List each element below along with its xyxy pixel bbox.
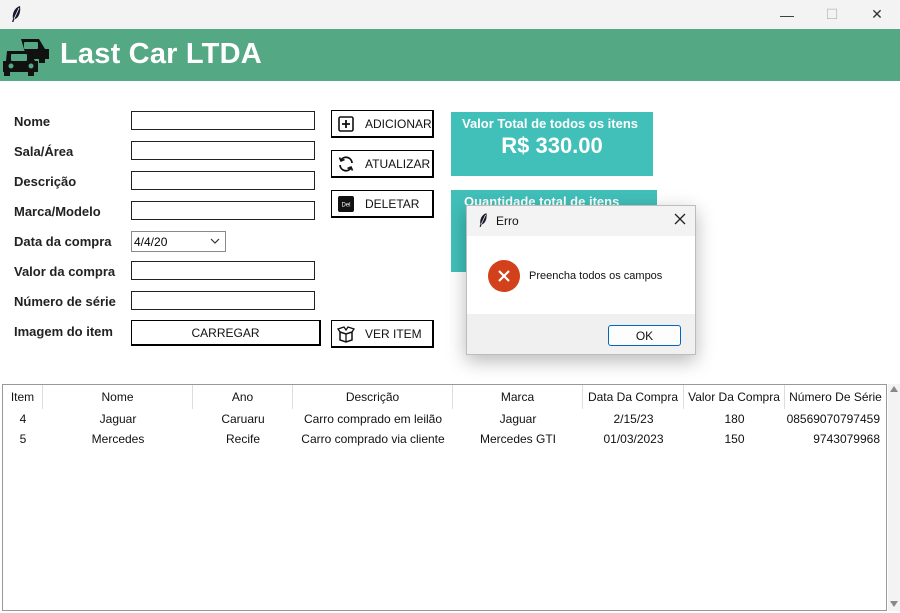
error-icon	[488, 260, 520, 292]
scroll-up-icon[interactable]	[890, 386, 898, 392]
refresh-icon	[338, 156, 354, 172]
purchase-value-label: Valor da compra	[14, 264, 116, 279]
table-row[interactable]: 4 Jaguar Caruaru Carro comprado em leilã…	[3, 409, 886, 429]
table-row[interactable]: 5 Mercedes Recife Carro comprado via cli…	[3, 429, 886, 449]
cell-description: Carro comprado em leilão	[303, 412, 443, 426]
cell-brand: Jaguar	[499, 412, 537, 426]
cell-year: Recife	[225, 432, 260, 446]
cell-purchase-value: 180	[724, 412, 745, 426]
purchase-value-input[interactable]	[131, 261, 315, 280]
cell-item: 4	[19, 412, 27, 426]
cell-serial: 9743079968	[813, 432, 880, 446]
dialog-titlebar: Erro	[467, 206, 695, 236]
view-item-label: VER ITEM	[365, 327, 422, 341]
description-input[interactable]	[131, 171, 315, 190]
total-value-amount: R$ 330.00	[501, 133, 603, 158]
cell-purchase-date: 01/03/2023	[603, 432, 664, 446]
total-value-card: Valor Total de todos os itens R$ 330.00	[451, 112, 653, 176]
total-value-title: Valor Total de todos os itens	[462, 116, 639, 131]
load-image-label: CARREGAR	[191, 325, 260, 340]
maximize-button[interactable]: ☐	[809, 0, 855, 29]
column-header[interactable]: Valor Da Compra	[684, 385, 785, 409]
svg-text:Del: Del	[341, 203, 350, 209]
serial-number-label: Número de série	[14, 294, 116, 309]
app-title: Last Car LTDA	[60, 38, 262, 70]
add-icon	[338, 116, 354, 132]
purchase-date-value: 4/4/20	[134, 234, 168, 249]
name-label: Nome	[14, 114, 51, 129]
table-scrollbar[interactable]	[888, 384, 900, 611]
error-message: Preencha todos os campos	[529, 270, 663, 282]
app-feather-icon	[12, 6, 21, 22]
room-input[interactable]	[131, 141, 315, 160]
dialog-title: Erro	[496, 214, 519, 228]
column-header[interactable]: Número De Série	[785, 385, 886, 409]
cell-year: Caruaru	[221, 412, 265, 426]
delete-label: DELETAR	[365, 197, 420, 211]
open-box-icon	[337, 326, 355, 343]
name-input[interactable]	[131, 111, 315, 130]
update-button[interactable]: ATUALIZAR	[331, 150, 434, 178]
table-header: Item Nome Ano Descrição Marca Data Da Co…	[3, 385, 886, 409]
cell-description: Carro comprado via cliente	[301, 432, 445, 446]
cell-brand: Mercedes GTI	[479, 432, 557, 446]
add-label: ADICIONAR	[365, 117, 432, 131]
room-label: Sala/Área	[14, 144, 74, 159]
scroll-down-icon[interactable]	[890, 601, 898, 607]
app-header: Last Car LTDA	[0, 29, 900, 81]
cell-serial: 08569070797459	[786, 412, 880, 426]
ok-button[interactable]: OK	[608, 325, 681, 346]
window-titlebar: — ☐ ✕	[0, 0, 900, 29]
serial-number-input[interactable]	[131, 291, 315, 310]
column-header[interactable]: Ano	[193, 385, 293, 409]
minimize-button[interactable]: —	[764, 0, 810, 29]
brand-model-label: Marca/Modelo	[14, 204, 101, 219]
close-window-button[interactable]: ✕	[854, 0, 900, 29]
dialog-close-icon[interactable]	[672, 211, 688, 227]
column-header[interactable]: Item	[3, 385, 43, 409]
cell-purchase-date: 2/15/23	[613, 412, 654, 426]
cell-purchase-value: 150	[724, 432, 745, 446]
delete-key-icon: Del	[338, 196, 354, 212]
update-label: ATUALIZAR	[365, 157, 431, 171]
error-dialog: Erro Preencha todos os campos OK	[466, 205, 696, 355]
add-button[interactable]: ADICIONAR	[331, 110, 434, 138]
column-header[interactable]: Descrição	[293, 385, 453, 409]
load-image-button[interactable]: CARREGAR	[131, 320, 321, 346]
cell-item: 5	[19, 432, 27, 446]
chevron-down-icon[interactable]	[210, 235, 220, 247]
app-feather-icon	[479, 213, 487, 227]
cell-name: Jaguar	[99, 412, 137, 426]
column-header[interactable]: Nome	[43, 385, 193, 409]
purchase-date-picker[interactable]: 4/4/20	[131, 231, 226, 252]
column-header[interactable]: Data Da Compra	[583, 385, 684, 409]
cars-logo-icon	[3, 39, 49, 76]
item-image-label: Imagem do item	[14, 324, 113, 339]
dialog-body: Preencha todos os campos	[467, 236, 695, 314]
view-item-button[interactable]: VER ITEM	[331, 320, 434, 348]
delete-button[interactable]: Del DELETAR	[331, 190, 434, 218]
items-table[interactable]: Item Nome Ano Descrição Marca Data Da Co…	[2, 384, 887, 611]
cell-name: Mercedes	[91, 432, 145, 446]
dialog-footer: OK	[467, 314, 695, 354]
purchase-date-label: Data da compra	[14, 234, 112, 249]
brand-model-input[interactable]	[131, 201, 315, 220]
description-label: Descrição	[14, 174, 77, 189]
column-header[interactable]: Marca	[453, 385, 583, 409]
